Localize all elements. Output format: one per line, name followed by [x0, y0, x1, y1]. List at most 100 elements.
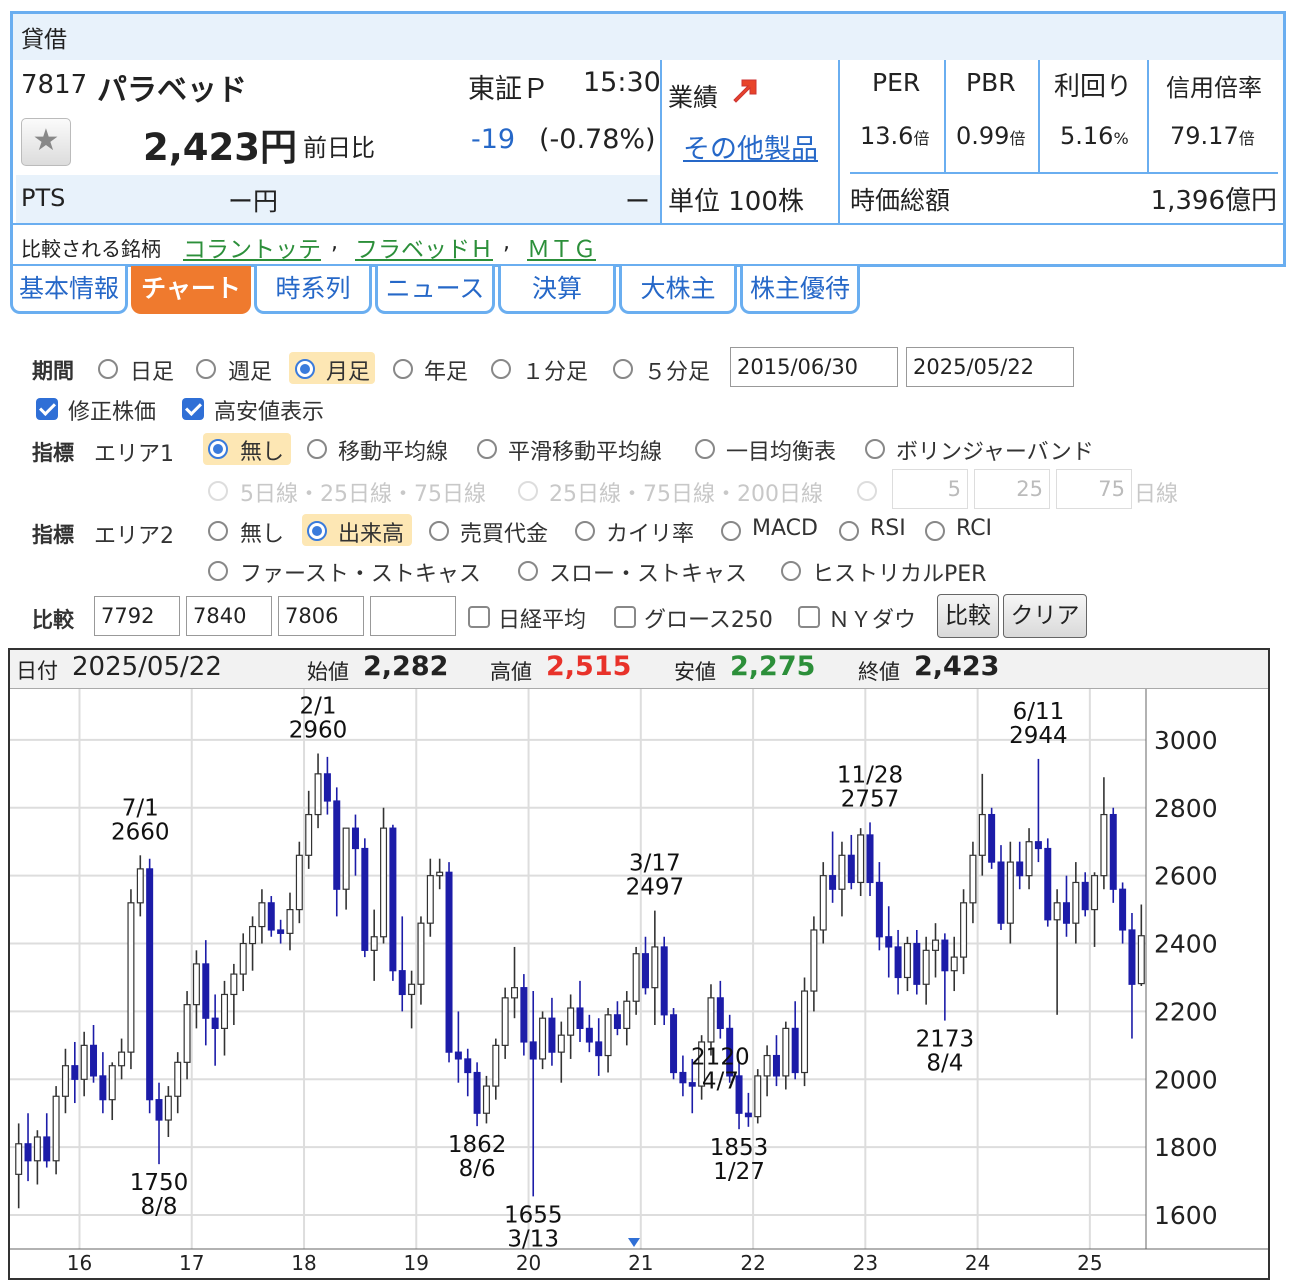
favorite-star-button[interactable]: ★	[21, 118, 71, 166]
annotation-label: 11/28	[837, 762, 903, 788]
ma-preset-radio[interactable]	[208, 481, 228, 501]
adjusted-price-checkbox[interactable]	[36, 398, 58, 420]
candle-body	[155, 1099, 163, 1121]
tab-earnings[interactable]: 決算	[498, 266, 616, 314]
candle-body	[258, 902, 266, 928]
tab-shareholders[interactable]: 大株主	[619, 266, 737, 314]
up-arrow-icon[interactable]	[728, 74, 760, 106]
candle-body	[548, 1017, 556, 1053]
area2-radio-volume[interactable]	[307, 521, 327, 541]
period-radio-1min[interactable]	[491, 359, 511, 379]
nikkei-checkbox[interactable]	[468, 606, 490, 628]
area2-option-label: カイリ率	[606, 522, 695, 547]
ma-preset-radio[interactable]	[518, 481, 538, 501]
area1-radio-none[interactable]	[208, 439, 228, 459]
annotation-label: 1853	[710, 1135, 769, 1161]
compare-code-input[interactable]: 7806	[278, 596, 364, 636]
compare-stock-link[interactable]: コラントッテ	[183, 230, 321, 264]
per-label: PER	[872, 68, 921, 97]
period-radio-weekly[interactable]	[196, 359, 216, 379]
clear-button[interactable]: クリア	[1003, 594, 1087, 638]
y-tick-label: 2800	[1154, 794, 1218, 823]
compare-code-input[interactable]: 7792	[94, 596, 180, 636]
area1-option-label: 無し	[240, 440, 285, 465]
growth250-checkbox[interactable]	[614, 606, 636, 628]
ma-input-1[interactable]: 5	[892, 469, 968, 509]
candle-body	[595, 1041, 603, 1057]
area1-option-label: 一目均衡表	[726, 440, 837, 465]
area1-radio-ema[interactable]	[477, 439, 497, 459]
tab-chart[interactable]: チャート	[131, 266, 251, 314]
pbr-label: PBR	[966, 68, 1016, 97]
close-label: 終値	[858, 660, 900, 684]
candle-body	[744, 1112, 752, 1118]
period-radio-monthly[interactable]	[295, 359, 315, 379]
compare-stock-link[interactable]: フラベッドＨ	[355, 230, 493, 264]
candle-body	[660, 946, 668, 1016]
candle-body	[1044, 847, 1052, 921]
tab-news[interactable]: ニュース	[375, 266, 495, 314]
area2-radio-none[interactable]	[208, 521, 228, 541]
area2-radio-turnover[interactable]	[429, 521, 449, 541]
area1-radio-bollinger[interactable]	[865, 439, 885, 459]
candle-body	[501, 997, 509, 1046]
ma-input-3[interactable]: 75	[1056, 469, 1132, 509]
area2-option-label: ヒストリカルPER	[812, 562, 987, 587]
ma-preset-label: 25日線・75日線・200日線	[549, 482, 823, 507]
area2-radio-slow-stoch[interactable]	[518, 561, 538, 581]
ma-custom-radio[interactable]	[857, 481, 877, 501]
candle-body	[960, 902, 968, 958]
candle-body	[1119, 888, 1127, 931]
candle-body	[707, 997, 715, 1043]
candle-body	[408, 983, 416, 996]
annotation-label: 2497	[626, 875, 685, 901]
ma-preset-label: 5日線・25日線・75日線	[240, 482, 486, 507]
compare-code-input[interactable]	[370, 596, 456, 636]
area1-radio-ma[interactable]	[307, 439, 327, 459]
candle-body	[239, 942, 247, 975]
period-radio-5min[interactable]	[613, 359, 633, 379]
area1-radio-ichimoku[interactable]	[695, 439, 715, 459]
area2-radio-hist-per[interactable]	[781, 561, 801, 581]
period-radio-daily[interactable]	[98, 359, 118, 379]
candle-body	[670, 1014, 678, 1074]
area2-radio-rsi[interactable]	[839, 521, 859, 541]
annotation-label: 7/1	[122, 795, 159, 821]
ma-input-2[interactable]: 25	[974, 469, 1050, 509]
area2-radio-fast-stoch[interactable]	[208, 561, 228, 581]
separator: ,	[503, 230, 510, 255]
area2-radio-rci[interactable]	[925, 521, 945, 541]
current-price: 2,423円	[143, 126, 298, 169]
period-radio-yearly[interactable]	[393, 359, 413, 379]
compare-stock-link[interactable]: ＭＴＧ	[527, 230, 596, 264]
candle-body	[978, 813, 986, 856]
area2-radio-deviation[interactable]	[575, 521, 595, 541]
candle-body	[885, 936, 893, 948]
x-tick-label: 20	[516, 1251, 541, 1275]
area2-radio-macd[interactable]	[721, 521, 741, 541]
candlestick-plot[interactable]: 1600 1800 2000 2200 2400 2600 2800 3000 16 17 18 19…	[10, 689, 1268, 1278]
divider	[944, 60, 946, 174]
sector-link[interactable]: その他製品	[683, 127, 818, 166]
compare-button[interactable]: 比較	[937, 594, 999, 638]
high-low-checkbox[interactable]	[182, 398, 204, 420]
compare-code-input[interactable]: 7840	[186, 596, 272, 636]
annotation-label: 2757	[841, 786, 900, 812]
tab-basic-info[interactable]: 基本情報	[10, 266, 128, 314]
indicator-label: 指標	[32, 523, 74, 547]
divider	[13, 223, 1283, 225]
y-tick-label: 2600	[1154, 862, 1218, 891]
area1-label: エリア1	[94, 442, 174, 467]
x-tick-label: 21	[628, 1251, 653, 1275]
nydow-checkbox[interactable]	[798, 606, 820, 628]
period-option-label: 月足	[326, 360, 371, 385]
tab-time-series[interactable]: 時系列	[254, 266, 372, 314]
tab-benefits[interactable]: 株主優待	[740, 266, 860, 314]
market-cap-label: 時価総額	[850, 186, 951, 215]
period-option-label: 日足	[130, 360, 175, 385]
date-from-input[interactable]: 2015/06/30	[730, 347, 898, 387]
annotation-label: 3/13	[507, 1226, 559, 1252]
candle-body	[913, 942, 921, 985]
annotation-label: 3/17	[629, 851, 681, 877]
date-to-input[interactable]: 2025/05/22	[906, 347, 1074, 387]
